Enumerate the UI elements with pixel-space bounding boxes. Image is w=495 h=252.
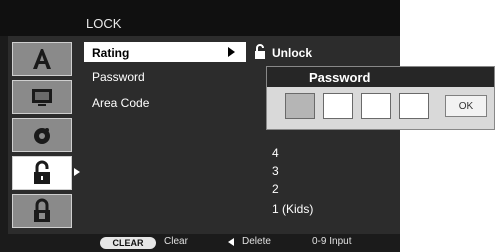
sidebar-tile-lock[interactable] xyxy=(12,156,72,190)
audio-disc-icon xyxy=(34,128,50,144)
sidebar-tile-language[interactable] xyxy=(12,42,72,76)
text-language-icon xyxy=(33,49,51,69)
menu-item-rating[interactable]: Rating xyxy=(92,46,129,60)
password-digit-input[interactable] xyxy=(361,93,391,119)
rating-option-level[interactable]: 1 (Kids) xyxy=(272,202,313,216)
chevron-right-icon xyxy=(228,47,235,57)
page-title: LOCK xyxy=(86,16,122,31)
sidebar-tile-audio[interactable] xyxy=(12,118,72,152)
dialog-title-bar: Password xyxy=(267,67,494,87)
password-digit-input[interactable] xyxy=(323,93,353,119)
sidebar-tile-others[interactable] xyxy=(12,194,72,228)
selected-tile-arrow xyxy=(74,168,80,176)
password-digit-input[interactable] xyxy=(285,93,315,119)
unlock-icon xyxy=(255,44,265,59)
display-icon xyxy=(32,89,52,106)
input-hint: 0-9 Input xyxy=(312,236,352,247)
delete-hint: Delete xyxy=(242,236,271,247)
rating-option-level[interactable]: 2 xyxy=(272,182,279,196)
rating-option-level[interactable]: 3 xyxy=(272,164,279,178)
password-dialog: Password OK xyxy=(266,66,495,130)
clear-hint: Clear xyxy=(164,236,188,247)
menu-item-password[interactable]: Password xyxy=(92,70,145,84)
padlock-icon xyxy=(34,160,50,184)
rating-option-unlock[interactable]: Unlock xyxy=(272,46,312,60)
password-digit-input[interactable] xyxy=(399,93,429,119)
dialog-title: Password xyxy=(309,70,371,85)
ok-button[interactable]: OK xyxy=(445,95,487,117)
left-arrow-icon xyxy=(228,238,234,246)
menu-item-area-code[interactable]: Area Code xyxy=(92,96,149,110)
sidebar-tile-display[interactable] xyxy=(12,80,72,114)
clear-button-icon: CLEAR xyxy=(100,237,156,249)
header-bar: LOCK xyxy=(0,0,400,36)
rating-option-level[interactable]: 4 xyxy=(272,146,279,160)
others-icon xyxy=(34,198,50,222)
